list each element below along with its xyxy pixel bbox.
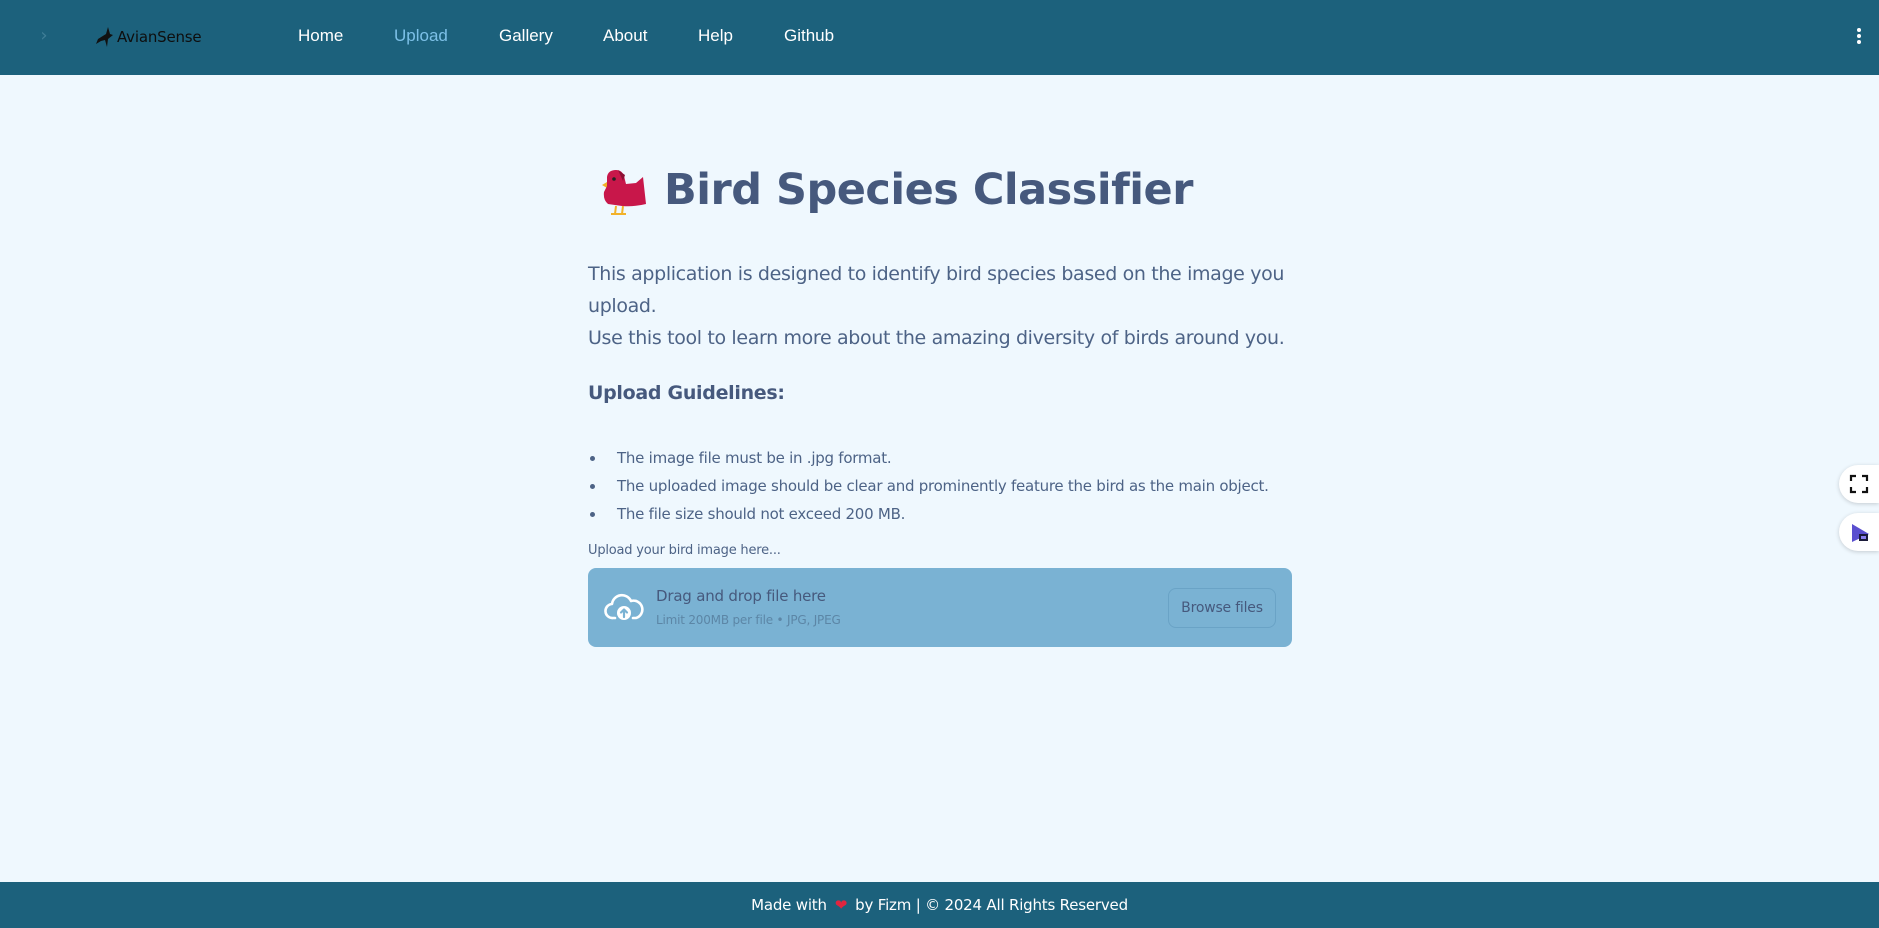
bullet <box>590 456 595 461</box>
fullscreen-button[interactable] <box>1839 465 1879 503</box>
list-item: The file size should not exceed 200 MB. <box>588 500 1292 528</box>
nav-help[interactable]: Help <box>698 26 733 46</box>
nav-upload[interactable]: Upload <box>394 26 448 46</box>
nav-about[interactable]: About <box>603 26 647 46</box>
main-content: Bird Species Classifier This application… <box>588 160 1292 647</box>
bullet <box>590 484 595 489</box>
logo-text: AvianSense <box>117 28 202 46</box>
kebab-menu-icon[interactable] <box>1856 28 1862 46</box>
intro-line-1: This application is designed to identify… <box>588 263 1285 317</box>
logo[interactable]: AvianSense <box>94 24 202 50</box>
nav-home[interactable]: Home <box>298 26 343 46</box>
browse-files-button[interactable]: Browse files <box>1168 588 1276 628</box>
intro-text: This application is designed to identify… <box>588 258 1292 354</box>
list-item: The uploaded image should be clear and p… <box>588 472 1292 500</box>
upload-label: Upload your bird image here... <box>588 543 781 558</box>
guidelines-title: Upload Guidelines: <box>588 382 785 404</box>
footer: Made with ❤ by Fizm | © 2024 All Rights … <box>0 882 1879 928</box>
drop-limit: Limit 200MB per file • JPG, JPEG <box>656 613 841 627</box>
page-title: Bird Species Classifier <box>664 165 1193 215</box>
title-row: Bird Species Classifier <box>588 160 1292 220</box>
guideline-text: The uploaded image should be clear and p… <box>617 477 1269 495</box>
bullet <box>590 512 595 517</box>
intro-line-2: Use this tool to learn more about the am… <box>588 327 1285 349</box>
chevron-right-icon[interactable]: › <box>34 24 54 48</box>
nav-gallery[interactable]: Gallery <box>499 26 553 46</box>
bird-logo-icon <box>96 27 113 47</box>
footer-suffix: by Fizm | © 2024 All Rights Reserved <box>855 896 1128 914</box>
cloud-upload-icon <box>604 593 644 620</box>
file-dropzone[interactable]: Drag and drop file here Limit 200MB per … <box>588 568 1292 647</box>
list-item: The image file must be in .jpg format. <box>588 444 1292 472</box>
guideline-text: The file size should not exceed 200 MB. <box>617 505 906 523</box>
drop-title: Drag and drop file here <box>656 587 826 605</box>
nav-github[interactable]: Github <box>784 26 834 46</box>
footer-prefix: Made with <box>751 896 827 914</box>
guideline-text: The image file must be in .jpg format. <box>617 449 892 467</box>
guidelines-list: The image file must be in .jpg format. T… <box>588 444 1292 528</box>
fullscreen-icon <box>1849 474 1869 494</box>
top-navbar: › AvianSense Home Upload Gallery About H… <box>0 0 1879 75</box>
heart-icon: ❤ <box>834 896 848 914</box>
extension-button[interactable] <box>1839 513 1879 551</box>
extension-icon <box>1852 524 1869 542</box>
bird-emoji-icon <box>602 170 646 215</box>
